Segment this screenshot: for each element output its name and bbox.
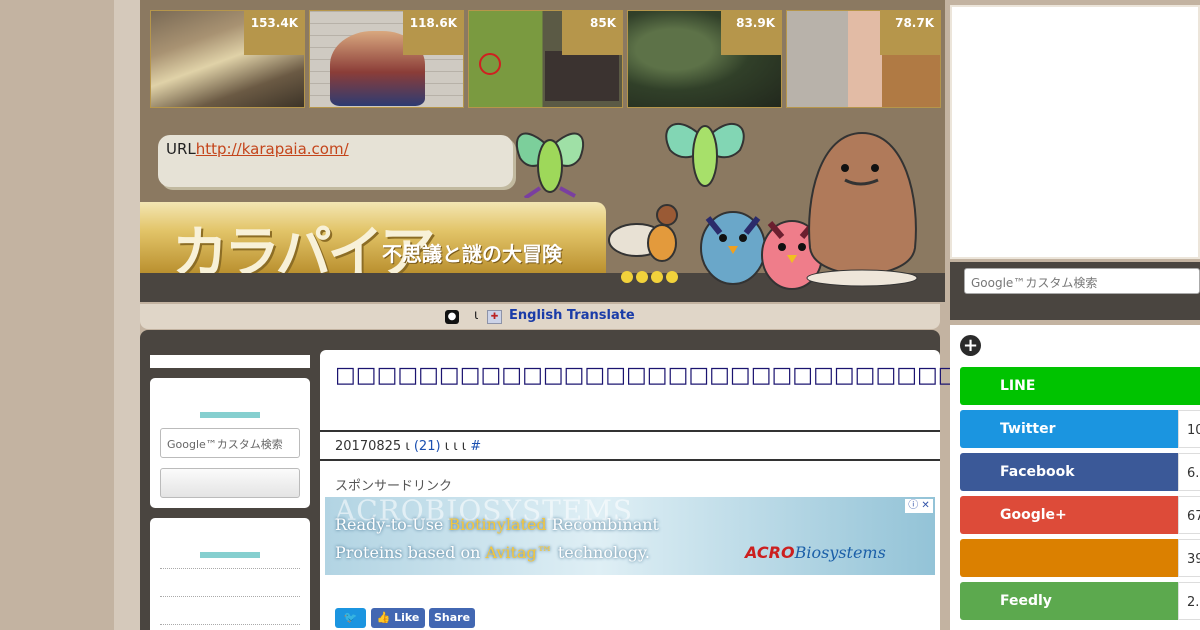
thumb-plaque	[545, 51, 619, 101]
post-date: 20170825	[335, 439, 402, 454]
meta-separator: ι	[405, 439, 410, 454]
site-url-link[interactable]: http://karapaia.com/	[196, 140, 349, 158]
sns-googleplus[interactable]: Google+ 67	[960, 496, 1200, 534]
ad-text: technology.	[552, 543, 650, 562]
sidebar-search-widget: Google™カスタム検索	[150, 378, 310, 508]
article-meta: 20170825 ι (21) ι ι ι #	[320, 430, 940, 461]
main-content-area: Google™カスタム検索 □□□□□□□□□□□□□□□□□□□□□□□□□□…	[140, 330, 1188, 630]
page-background-left	[0, 0, 114, 630]
article: □□□□□□□□□□□□□□□□□□□□□□□□□□□□□□□□□□□※□□□□…	[320, 350, 1188, 630]
widget-accent-bar	[200, 552, 260, 558]
popular-thumb-3[interactable]: 85K	[468, 10, 623, 108]
butterfly-mascot-icon	[665, 122, 745, 187]
ad-banner[interactable]: ACROBIOSYSTEMS Ready-to-Use Biotinylated…	[325, 497, 935, 575]
googleplus-share-button[interactable]: Google+	[960, 496, 1178, 534]
popular-thumb-2[interactable]: 118.6K	[309, 10, 464, 108]
ad-highlight: Avitag™	[485, 543, 553, 562]
sidebar-search-button[interactable]	[160, 468, 300, 498]
ad-text: Recombinant	[546, 515, 659, 534]
logo-tagline: 不思議と謎の大冒険	[382, 242, 562, 266]
facebook-share-button[interactable]: Share	[429, 608, 475, 628]
line-share-button[interactable]: LINE	[960, 367, 1200, 405]
english-translate-link[interactable]: English Translate	[509, 308, 635, 323]
brown-bird-mascot-icon	[806, 131, 918, 287]
ad-brand-a: ACRO	[745, 543, 795, 562]
plus-icon[interactable]: +	[960, 335, 981, 356]
list-divider	[160, 596, 300, 597]
popular-thumb-1[interactable]: 153.4K	[150, 10, 305, 108]
globe-icon[interactable]: ●	[445, 310, 459, 324]
like-label: Like	[394, 611, 420, 624]
url-label: URL	[166, 140, 196, 158]
article-title[interactable]: □□□□□□□□□□□□□□□□□□□□□□□□□□□□□□□□□□□※□□□□…	[335, 362, 1188, 390]
sidebar-top-strip	[150, 355, 310, 368]
translate-bar: ● ι ✚ English Translate	[140, 304, 940, 329]
ad-brand-b: Biosystems	[794, 543, 886, 562]
share-count: 10	[1178, 410, 1200, 448]
permalink-hash[interactable]: #	[470, 439, 481, 454]
sidebar-list-widget	[150, 518, 310, 630]
separator: ι	[474, 308, 479, 323]
ad-brand: ACROBiosystems	[745, 543, 886, 562]
feedly-follow-button[interactable]: Feedly	[960, 582, 1178, 620]
site-logo[interactable]: カラパイア 不思議と謎の大冒険	[140, 202, 606, 286]
meta-separator: ι ι ι	[444, 439, 467, 454]
butterfly-mascot-icon	[515, 132, 585, 198]
comments-link[interactable]: (21)	[414, 439, 441, 454]
ad-highlight: Biotinylated	[448, 515, 547, 534]
sns-hatena[interactable]: 39	[960, 539, 1200, 577]
right-search-wrap: Google™カスタム検索	[950, 262, 1200, 320]
right-ad-slot	[950, 5, 1200, 259]
facebook-like-button[interactable]: 👍 Like	[371, 608, 425, 628]
view-count: 85K	[562, 11, 622, 55]
share-panel: + LINE Twitter 10 Facebook 6.3 Google+ 6…	[950, 325, 1200, 630]
facebook-share-button[interactable]: Facebook	[960, 453, 1178, 491]
site-header: 153.4K 118.6K 85K 83.9K 78.7K URLhttp://…	[140, 0, 945, 302]
view-count: 78.7K	[880, 11, 940, 55]
share-count: 39	[1178, 539, 1200, 577]
bookmark-share-button[interactable]	[960, 539, 1178, 577]
bug-mascot-icon	[608, 204, 678, 283]
popular-thumb-4[interactable]: 83.9K	[627, 10, 782, 108]
uk-flag-icon: ✚	[487, 310, 502, 324]
list-divider	[160, 624, 300, 625]
page-gutter	[114, 0, 140, 630]
sponsor-label: スポンサードリンク	[335, 479, 453, 494]
twitter-share-button[interactable]: 🐦	[335, 608, 366, 628]
ad-text: Ready-to-Use	[335, 515, 449, 534]
ad-line-1: Ready-to-Use Biotinylated Recombinant	[335, 515, 659, 534]
share-count: 2.1	[1178, 582, 1200, 620]
url-bubble: URLhttp://karapaia.com/	[158, 135, 513, 187]
sidebar-search-input[interactable]: Google™カスタム検索	[160, 428, 300, 458]
view-count: 118.6K	[403, 11, 463, 55]
share-count: 67	[1178, 496, 1200, 534]
ad-text: Proteins based on	[335, 543, 486, 562]
share-count: 6.3	[1178, 453, 1200, 491]
list-divider	[160, 568, 300, 569]
popular-thumbnails: 153.4K 118.6K 85K 83.9K 78.7K	[150, 10, 941, 108]
sns-facebook[interactable]: Facebook 6.3	[960, 453, 1200, 491]
right-sidebar: + LINE Twitter 10 Facebook 6.3 Google+ 6…	[950, 325, 1200, 630]
twitter-share-button[interactable]: Twitter	[960, 410, 1178, 448]
view-count: 83.9K	[721, 11, 781, 55]
right-search-input[interactable]: Google™カスタム検索	[964, 268, 1200, 294]
ad-line-2: Proteins based on Avitag™ technology.	[335, 543, 650, 562]
sns-feedly[interactable]: Feedly 2.1	[960, 582, 1200, 620]
thumb-marker-circle	[479, 53, 501, 75]
adchoices-icon[interactable]: ⓘ ✕	[905, 499, 933, 513]
view-count: 153.4K	[244, 11, 304, 55]
sns-twitter[interactable]: Twitter 10	[960, 410, 1200, 448]
popular-thumb-5[interactable]: 78.7K	[786, 10, 941, 108]
sns-line[interactable]: LINE	[960, 367, 1200, 405]
widget-accent-bar	[200, 412, 260, 418]
